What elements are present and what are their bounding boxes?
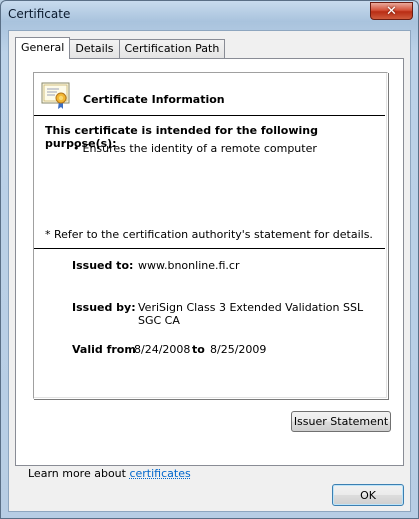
valid-from-label: Valid from (72, 343, 136, 356)
certificate-information-box: Certificate Information This certificate… (33, 72, 388, 399)
window-title: Certificate (8, 7, 71, 21)
learn-more-label: Learn more about (28, 467, 126, 480)
valid-to-label: to (192, 343, 205, 356)
purpose-text: Ensures the identity of a remote compute… (82, 142, 317, 155)
valid-to-value: 8/25/2009 (210, 343, 267, 356)
issued-by-value: VeriSign Class 3 Extended Validation SSL… (138, 301, 364, 327)
issuer-statement-button[interactable]: Issuer Statement (291, 411, 391, 432)
purpose-list-item: • Ensures the identity of a remote comput… (73, 142, 317, 155)
certificates-link[interactable]: certificates (129, 467, 190, 480)
tab-details[interactable]: Details (69, 39, 120, 59)
bullet: • (73, 142, 80, 155)
tab-certification-path[interactable]: Certification Path (118, 39, 226, 59)
tab-general[interactable]: General (15, 37, 71, 59)
issued-by-label: Issued by: (72, 301, 136, 314)
close-icon: ✕ (386, 3, 397, 19)
ok-button[interactable]: OK (332, 484, 404, 506)
general-tab-panel: Certificate Information This certificate… (15, 58, 404, 480)
issued-to-value: www.bnonline.fi.cr (138, 259, 240, 272)
tab-strip: General Details Certification Path (15, 37, 226, 59)
divider-top (34, 115, 385, 116)
certificate-information-heading: Certificate Information (83, 93, 225, 106)
learn-more-text: Learn more about certificates (28, 467, 191, 480)
valid-from-value: 8/24/2008 (134, 343, 191, 356)
divider-bottom (34, 248, 385, 249)
dialog-client-area: General Details Certification Path Certi… (8, 30, 411, 512)
title-bar[interactable]: Certificate ✕ (1, 1, 418, 29)
certificate-dialog: Certificate ✕ General Details Certificat… (0, 0, 419, 519)
issued-to-label: Issued to: (72, 259, 134, 272)
close-button[interactable]: ✕ (370, 2, 413, 20)
authority-statement-note: * Refer to the certification authority's… (45, 228, 373, 241)
certificate-icon (41, 82, 70, 109)
